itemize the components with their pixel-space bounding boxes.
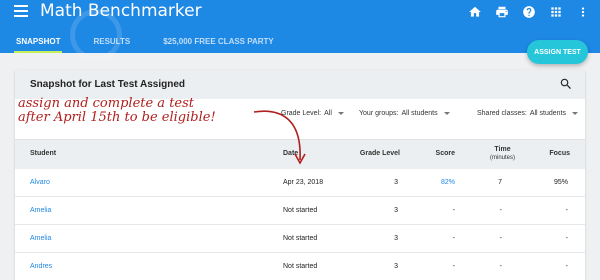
row-date: Not started bbox=[283, 263, 318, 270]
row-score: - bbox=[452, 235, 455, 242]
row-time: - bbox=[499, 235, 502, 242]
column-header-time-label: Time bbox=[494, 146, 511, 153]
eligibility-annotation: assign and complete a test after April 1… bbox=[18, 97, 216, 125]
table-row: Alvaro Apr 23, 2018 3 82% 7 95% bbox=[15, 169, 585, 197]
grade-level-value: All bbox=[324, 110, 332, 117]
menu-icon[interactable] bbox=[14, 5, 28, 17]
apps-grid-icon[interactable] bbox=[547, 3, 565, 21]
tab-class-party[interactable]: $25,000 FREE CLASS PARTY bbox=[163, 32, 274, 53]
row-grade-level: 3 bbox=[394, 235, 398, 242]
your-groups-filter[interactable]: Your groups: All students bbox=[359, 110, 450, 117]
card-title: Snapshot for Last Test Assigned bbox=[30, 79, 186, 90]
row-grade-level: 3 bbox=[394, 179, 398, 186]
row-grade-level: 3 bbox=[394, 207, 398, 214]
student-name-link[interactable]: Alvaro bbox=[30, 179, 50, 186]
annotation-line-1: assign and complete a test bbox=[18, 96, 195, 111]
home-icon[interactable] bbox=[466, 3, 484, 21]
table-row: Amelia Not started 3 - - - bbox=[15, 197, 585, 225]
column-header-focus[interactable]: Focus bbox=[549, 150, 570, 157]
dropdown-caret-icon bbox=[337, 112, 344, 115]
row-score: - bbox=[452, 263, 455, 270]
student-name-link[interactable]: Amelia bbox=[30, 235, 51, 242]
header-actions bbox=[466, 3, 592, 21]
shared-classes-value: All students bbox=[529, 110, 566, 117]
card-header: Snapshot for Last Test Assigned bbox=[15, 70, 585, 99]
more-vert-icon[interactable] bbox=[574, 3, 592, 21]
row-date: Not started bbox=[283, 207, 318, 214]
annotation-line-2: after April 15th to be eligible! bbox=[18, 110, 216, 125]
search-icon[interactable] bbox=[559, 77, 573, 91]
row-focus: - bbox=[565, 235, 568, 242]
row-focus: - bbox=[565, 263, 568, 270]
your-groups-value: All students bbox=[401, 110, 438, 117]
column-header-time-unit: (minutes) bbox=[489, 155, 515, 161]
dropdown-caret-icon bbox=[443, 112, 450, 115]
table-row: Andres Not started 3 - - - bbox=[15, 253, 585, 280]
your-groups-label: Your groups: bbox=[359, 110, 399, 117]
column-header-score[interactable]: Score bbox=[436, 150, 455, 157]
annotation-arrow-icon bbox=[253, 110, 306, 165]
app-title: Math Benchmarker bbox=[40, 1, 202, 21]
row-focus: 95% bbox=[553, 179, 568, 186]
student-name-link[interactable]: Amelia bbox=[30, 207, 51, 214]
row-focus: - bbox=[565, 207, 568, 214]
table-row: Amelia Not started 3 - - - bbox=[15, 225, 585, 253]
app-bar: Math Benchmarker SNAPSHOT RESULTS $25,00… bbox=[0, 0, 600, 61]
tab-results[interactable]: RESULTS bbox=[93, 32, 130, 53]
shared-classes-label: Shared classes: bbox=[477, 110, 527, 117]
student-name-link[interactable]: Andres bbox=[30, 263, 52, 270]
row-score: - bbox=[452, 207, 455, 214]
row-date: Not started bbox=[283, 235, 318, 242]
dropdown-caret-icon bbox=[572, 112, 578, 115]
tab-snapshot[interactable]: SNAPSHOT bbox=[13, 32, 63, 53]
assign-test-button[interactable]: ASSIGN TEST bbox=[527, 40, 588, 64]
tab-bar: SNAPSHOT RESULTS $25,000 FREE CLASS PART… bbox=[0, 32, 274, 53]
help-icon[interactable] bbox=[520, 3, 538, 21]
column-header-time[interactable]: Time (minutes) bbox=[490, 145, 515, 163]
row-date: Apr 23, 2018 bbox=[283, 179, 324, 186]
column-header-grade-level[interactable]: Grade Level bbox=[360, 150, 400, 157]
row-score-link[interactable]: 82% bbox=[441, 179, 455, 186]
shared-classes-filter[interactable]: Shared classes: All students bbox=[477, 110, 578, 117]
row-time: - bbox=[499, 263, 502, 270]
column-header-student[interactable]: Student bbox=[30, 150, 56, 157]
row-time: - bbox=[499, 207, 502, 214]
print-icon[interactable] bbox=[493, 3, 511, 21]
row-grade-level: 3 bbox=[394, 263, 398, 270]
row-time: 7 bbox=[498, 179, 502, 186]
